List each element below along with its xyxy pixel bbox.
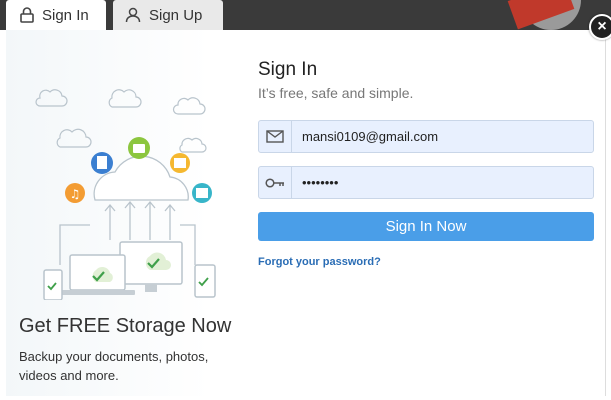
tab-sign-up-label: Sign Up — [149, 6, 203, 24]
promo-text: Backup your documents, photos, videos an… — [19, 349, 209, 383]
password-field — [258, 166, 594, 199]
envelope-icon — [259, 121, 292, 152]
user-icon — [125, 7, 141, 23]
tab-sign-in[interactable]: Sign In — [6, 0, 106, 30]
email-field — [258, 120, 594, 153]
form-subtitle: It’s free, safe and simple. — [258, 85, 414, 101]
password-input[interactable] — [292, 167, 593, 198]
sign-in-now-button[interactable]: Sign In Now — [258, 212, 594, 241]
sign-in-form: Sign In It’s free, safe and simple. Sign… — [258, 30, 598, 396]
key-icon — [259, 167, 292, 198]
form-title: Sign In — [258, 59, 318, 80]
tab-sign-in-label: Sign In — [42, 6, 89, 24]
forgot-password-link[interactable]: Forgot your password? — [258, 256, 381, 268]
svg-text:♫: ♫ — [70, 187, 81, 201]
close-icon[interactable]: × — [589, 14, 611, 40]
tab-sign-up[interactable]: Sign Up — [113, 0, 223, 30]
cloud-storage-illustration: ♫ — [35, 89, 216, 300]
promo-panel: ♫ Get FREE Storage Now Backup your docum… — [6, 30, 246, 396]
email-input[interactable] — [292, 121, 593, 152]
sign-in-modal: ♫ Get FREE Storage Now Backup your docum… — [6, 30, 606, 396]
promo-title: Get FREE Storage Now — [19, 315, 232, 337]
lock-icon — [20, 7, 34, 23]
